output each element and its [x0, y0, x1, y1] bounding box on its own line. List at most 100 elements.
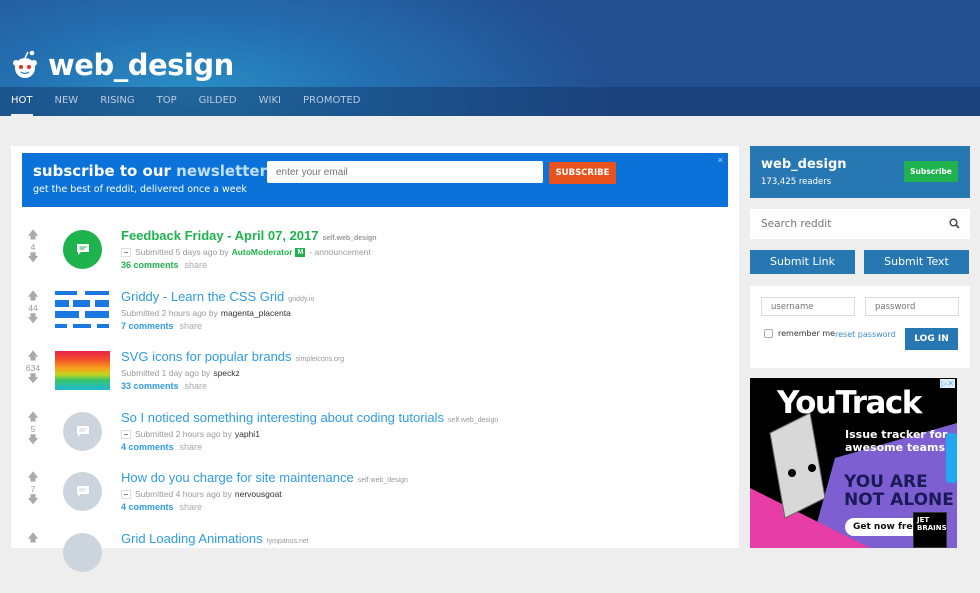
vote-controls: 🡅 5 🡇 [25, 412, 41, 446]
post-thumbnail[interactable] [53, 533, 111, 573]
submit-text-button[interactable]: Submit Text [864, 250, 969, 274]
post-title[interactable]: Griddy - Learn the CSS Grid [121, 289, 284, 304]
close-icon[interactable]: × [718, 155, 723, 165]
share-link[interactable]: share [180, 502, 203, 512]
post-title[interactable]: SVG icons for popular brands [121, 349, 292, 364]
newsletter-title-main: subscribe to our [33, 162, 177, 180]
post-actions: 36 comments share [121, 260, 207, 270]
share-link[interactable]: share [185, 260, 208, 270]
jetbrains-logo: JET BRAINS [913, 512, 947, 548]
comments-link[interactable]: 36 comments [121, 260, 179, 270]
post-title-link[interactable]: So I noticed something interesting about… [121, 410, 498, 425]
subreddit-title: web_design [48, 48, 234, 82]
tab-top[interactable]: TOP [157, 87, 177, 116]
downvote-icon[interactable]: 🡇 [25, 253, 41, 264]
post-domain[interactable]: self.web_design [448, 417, 498, 424]
username-input[interactable] [761, 297, 855, 316]
post-thumbnail[interactable] [53, 291, 111, 331]
ad-tagline-1: Issue tracker for [845, 428, 948, 441]
advertisement[interactable]: ▷✕ YouTrack Issue tracker for awesome te… [750, 378, 957, 548]
comments-link[interactable]: 4 comments [121, 442, 174, 452]
post-row: 🡅 44 🡇 Griddy - Learn the CSS Grid griddy… [11, 289, 739, 351]
search-icon[interactable] [949, 218, 960, 229]
upvote-icon[interactable]: 🡅 [25, 351, 41, 362]
newsletter-title-accent: newsletter [176, 162, 268, 180]
post-domain[interactable]: self.web_design [323, 235, 377, 242]
post-thumbnail[interactable] [53, 351, 111, 391]
post-author[interactable]: AutoModerator [232, 247, 293, 257]
subreddit-header: web_design HOT NEW RISING TOP GILDED WIK… [0, 0, 980, 116]
tab-new[interactable]: NEW [55, 87, 79, 116]
remember-me[interactable]: remember me [764, 329, 835, 338]
comments-link[interactable]: 33 comments [121, 381, 179, 391]
newsletter-email-input[interactable] [267, 161, 543, 183]
post-actions: 4 comments share [121, 502, 202, 512]
newsletter-subscribe-button[interactable]: SUBSCRIBE [549, 162, 616, 184]
post-thumbnail[interactable] [53, 230, 111, 270]
upvote-icon[interactable]: 🡅 [25, 230, 41, 241]
remember-me-checkbox[interactable] [764, 329, 773, 338]
reset-password-link[interactable]: reset password [835, 330, 896, 339]
tab-promoted[interactable]: PROMOTED [303, 87, 360, 116]
ad-choices-icon[interactable]: ▷✕ [940, 379, 955, 388]
post-domain[interactable]: self.web_design [358, 477, 408, 484]
post-author[interactable]: nervousgoat [235, 489, 282, 499]
post-domain[interactable]: simpleicons.org [296, 356, 345, 363]
expand-text-icon[interactable] [121, 247, 131, 257]
password-input[interactable] [865, 297, 959, 316]
post-title[interactable]: So I noticed something interesting about… [121, 410, 444, 425]
downvote-icon[interactable]: 🡇 [25, 314, 41, 325]
post-title-link[interactable]: Grid Loading Animations tympanus.net [121, 531, 309, 546]
post-author[interactable]: speckz [213, 368, 239, 378]
submitted-time: Submitted 1 day ago by [121, 368, 211, 378]
tab-rising[interactable]: RISING [100, 87, 134, 116]
downvote-icon[interactable]: 🡇 [25, 435, 41, 446]
post-domain[interactable]: griddy.io [288, 296, 314, 303]
tab-gilded[interactable]: GILDED [199, 87, 237, 116]
post-title-link[interactable]: Griddy - Learn the CSS Grid griddy.io [121, 289, 314, 304]
logo[interactable]: web_design [10, 48, 234, 82]
newsletter-subtitle: get the best of reddit, delivered once a… [33, 184, 247, 195]
post-title-link[interactable]: How do you charge for site maintenance se… [121, 470, 408, 485]
post-tagline: Submitted 1 day ago by speckz [121, 368, 240, 378]
post-thumbnail[interactable] [53, 412, 111, 452]
login-button[interactable]: LOG IN [905, 328, 958, 350]
upvote-icon[interactable]: 🡅 [25, 412, 41, 423]
grid-thumbnail-image [55, 291, 109, 328]
share-link[interactable]: share [180, 442, 203, 452]
post-title-link[interactable]: Feedback Friday - April 07, 2017 self.web… [121, 228, 377, 243]
share-link[interactable]: share [180, 321, 203, 331]
post-title[interactable]: Feedback Friday - April 07, 2017 [121, 228, 319, 243]
post-thumbnail[interactable] [53, 472, 111, 512]
post-title-link[interactable]: SVG icons for popular brands simpleicons.… [121, 349, 344, 364]
upvote-icon[interactable]: 🡅 [25, 472, 41, 483]
post-title[interactable]: How do you charge for site maintenance [121, 470, 354, 485]
downvote-icon[interactable]: 🡇 [25, 374, 41, 385]
post-title[interactable]: Grid Loading Animations [121, 531, 263, 546]
tab-hot[interactable]: HOT [11, 87, 33, 116]
upvote-icon[interactable]: 🡅 [25, 291, 41, 302]
comments-link[interactable]: 4 comments [121, 502, 174, 512]
self-post-icon [63, 412, 102, 451]
post-actions: 7 comments share [121, 321, 202, 331]
upvote-icon[interactable]: 🡅 [25, 533, 41, 544]
search-input[interactable] [750, 209, 940, 239]
share-link[interactable]: share [185, 381, 208, 391]
expand-text-icon[interactable] [121, 489, 131, 499]
expand-text-icon[interactable] [121, 429, 131, 439]
downvote-icon[interactable]: 🡇 [25, 495, 41, 506]
post-row: 🡅 Grid Loading Animations tympanus.net [11, 531, 739, 593]
self-post-icon [63, 472, 102, 511]
post-domain[interactable]: tympanus.net [267, 538, 309, 545]
comments-link[interactable]: 7 comments [121, 321, 174, 331]
brand-icons-thumbnail-image [55, 351, 110, 390]
vote-controls: 🡅 7 🡇 [25, 472, 41, 506]
submitted-time: Submitted 5 days ago by [135, 247, 229, 257]
self-post-icon [63, 230, 102, 269]
post-author[interactable]: yaphi1 [235, 429, 260, 439]
vote-controls: 🡅 634 🡇 [25, 351, 41, 385]
tab-wiki[interactable]: WIKI [259, 87, 281, 116]
post-author[interactable]: magenta_placenta [221, 308, 291, 318]
subscribe-button[interactable]: Subscribe [904, 161, 958, 182]
submit-link-button[interactable]: Submit Link [750, 250, 855, 274]
